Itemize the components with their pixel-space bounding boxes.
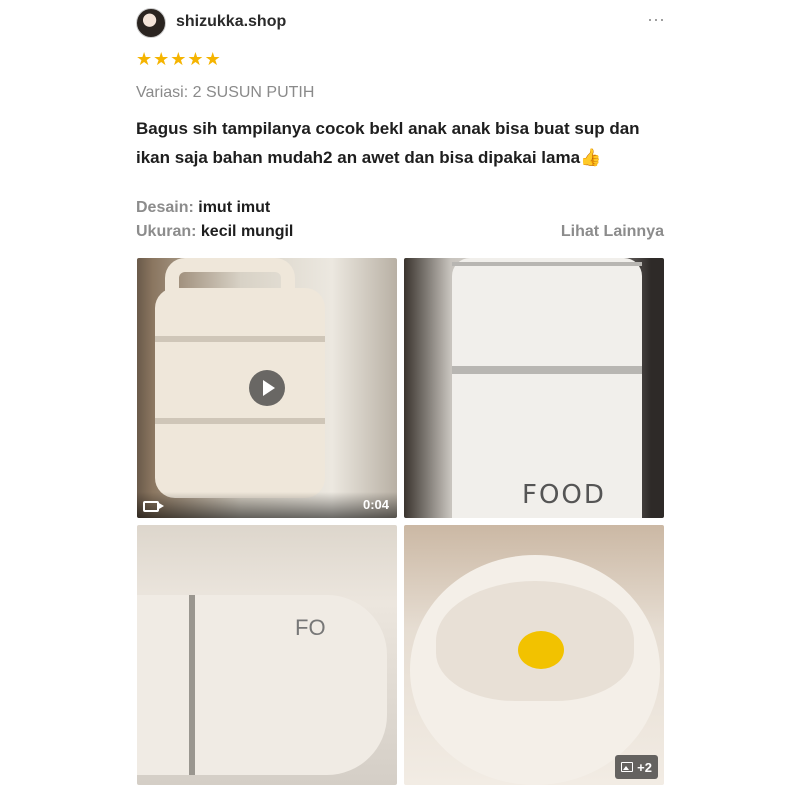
review-photo[interactable]: +2: [404, 525, 664, 785]
lid-button: [518, 631, 564, 669]
variant-info: Variasi: 2 SUSUN PUTIH: [136, 84, 314, 102]
variant-value: 2 SUSUN PUTIH: [192, 84, 315, 101]
image-icon: [621, 762, 634, 772]
video-info-bar: 0:04: [137, 492, 397, 518]
attribute-design: Desain: imut imut: [136, 199, 270, 217]
product-image: [155, 288, 325, 498]
product-logo: FO: [295, 615, 326, 640]
play-icon[interactable]: [249, 370, 285, 406]
star-icon: ★: [136, 49, 153, 69]
variant-label: Variasi:: [136, 84, 189, 101]
review-header: shizukka.shop ⋯: [136, 8, 666, 38]
star-icon: ★: [204, 49, 221, 69]
review-media-grid: 0:04 FOOD FO +2: [137, 258, 664, 785]
more-media-badge[interactable]: +2: [615, 755, 658, 779]
attribute-value: imut imut: [198, 199, 271, 216]
attribute-label: Ukuran:: [136, 223, 197, 240]
review-photo[interactable]: FOOD: [404, 258, 664, 518]
star-icon: ★: [170, 49, 187, 69]
star-icon: ★: [187, 49, 204, 69]
video-camera-icon: [143, 501, 164, 512]
see-more-link[interactable]: Lihat Lainnya: [561, 223, 664, 241]
product-image: [410, 555, 660, 785]
avatar[interactable]: [136, 8, 166, 38]
attribute-size: Ukuran: kecil mungil: [136, 223, 293, 241]
review-photo[interactable]: FO: [137, 525, 397, 785]
review-text: Bagus sih tampilanya cocok bekl anak ana…: [136, 114, 666, 172]
review-video-thumbnail[interactable]: 0:04: [137, 258, 397, 518]
more-options-icon[interactable]: ⋯: [647, 10, 666, 31]
product-handle: [165, 258, 295, 298]
review-body: Bagus sih tampilanya cocok bekl anak ana…: [136, 119, 640, 167]
reviewer-name[interactable]: shizukka.shop: [176, 13, 286, 31]
attribute-value: kecil mungil: [200, 223, 294, 240]
product-image: [137, 595, 387, 775]
attribute-label: Desain:: [136, 199, 194, 216]
product-image: [452, 258, 642, 518]
video-duration: 0:04: [362, 497, 389, 512]
more-media-count: +2: [637, 759, 652, 775]
star-rating: ★ ★ ★ ★ ★: [136, 49, 221, 69]
star-icon: ★: [153, 49, 170, 69]
thumbs-up-icon: 👍: [580, 148, 602, 167]
product-logo: FOOD: [522, 480, 606, 510]
